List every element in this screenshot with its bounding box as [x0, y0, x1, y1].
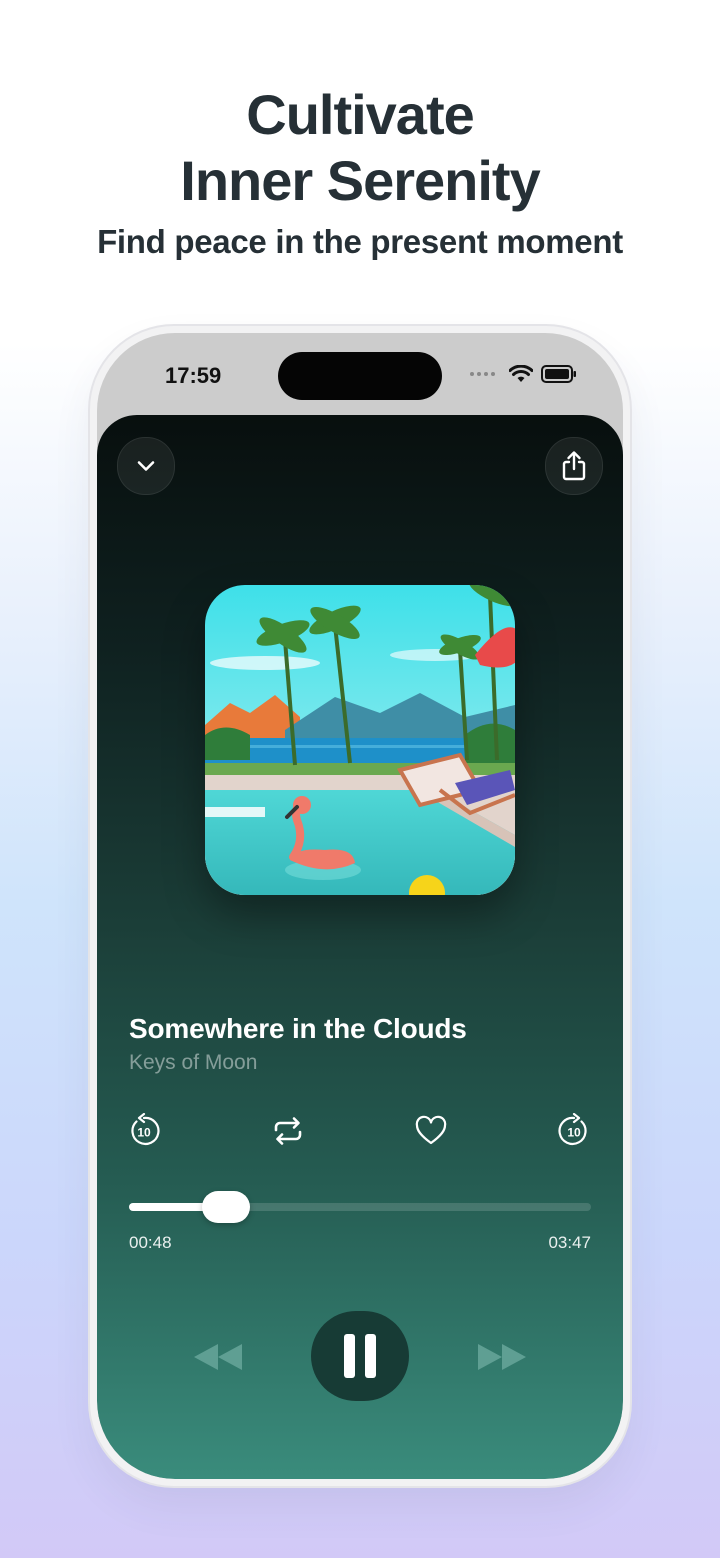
pool-scene-illustration: [205, 585, 515, 895]
track-artist: Keys of Moon: [129, 1051, 258, 1074]
promo-subheadline: Find peace in the present moment: [97, 223, 623, 260]
heart-icon: [415, 1115, 447, 1145]
skip-forward-seconds: 10: [567, 1126, 581, 1140]
dynamic-island: [278, 352, 442, 400]
progress-thumb[interactable]: [202, 1191, 251, 1223]
previous-track-icon: [194, 1344, 242, 1370]
wifi-icon: [509, 365, 533, 382]
repeat-icon: [274, 1117, 302, 1145]
status-time: 17:59: [165, 363, 222, 388]
skip-back-10-button[interactable]: 10: [126, 1113, 162, 1149]
skip-back-seconds: 10: [137, 1126, 151, 1140]
cellular-signal-icon: [470, 372, 495, 376]
rewind-10-icon: 10: [131, 1113, 160, 1145]
pause-button[interactable]: [311, 1311, 409, 1401]
chevron-down-icon: [137, 461, 155, 471]
elapsed-time: 00:48: [129, 1233, 172, 1252]
headline-line-2: Inner Serenity: [180, 149, 540, 212]
track-title: Somewhere in the Clouds: [129, 1013, 467, 1044]
skip-forward-10-button[interactable]: 10: [556, 1113, 592, 1149]
player-screen: Somewhere in the Clouds Keys of Moon 10: [97, 415, 623, 1479]
total-duration: 03:47: [548, 1233, 591, 1252]
share-button[interactable]: [545, 437, 603, 495]
album-artwork: [205, 585, 515, 895]
favorite-button[interactable]: [413, 1113, 449, 1149]
phone-device: 17:59 Somewhere in the Clouds Keys of Mo…: [97, 333, 623, 1479]
headline-line-1: Cultivate: [246, 83, 475, 146]
battery-icon: [541, 365, 576, 383]
share-icon: [562, 451, 586, 481]
promo-headline: Cultivate Inner Serenity: [0, 82, 720, 214]
status-indicators: [470, 365, 577, 383]
pause-icon: [344, 1334, 376, 1378]
progress-slider[interactable]: [129, 1191, 591, 1223]
collapse-button[interactable]: [117, 437, 175, 495]
forward-10-icon: 10: [558, 1113, 587, 1145]
previous-track-button[interactable]: [191, 1337, 245, 1377]
next-track-icon: [478, 1344, 526, 1370]
next-track-button[interactable]: [475, 1337, 529, 1377]
repeat-button[interactable]: [270, 1113, 306, 1149]
